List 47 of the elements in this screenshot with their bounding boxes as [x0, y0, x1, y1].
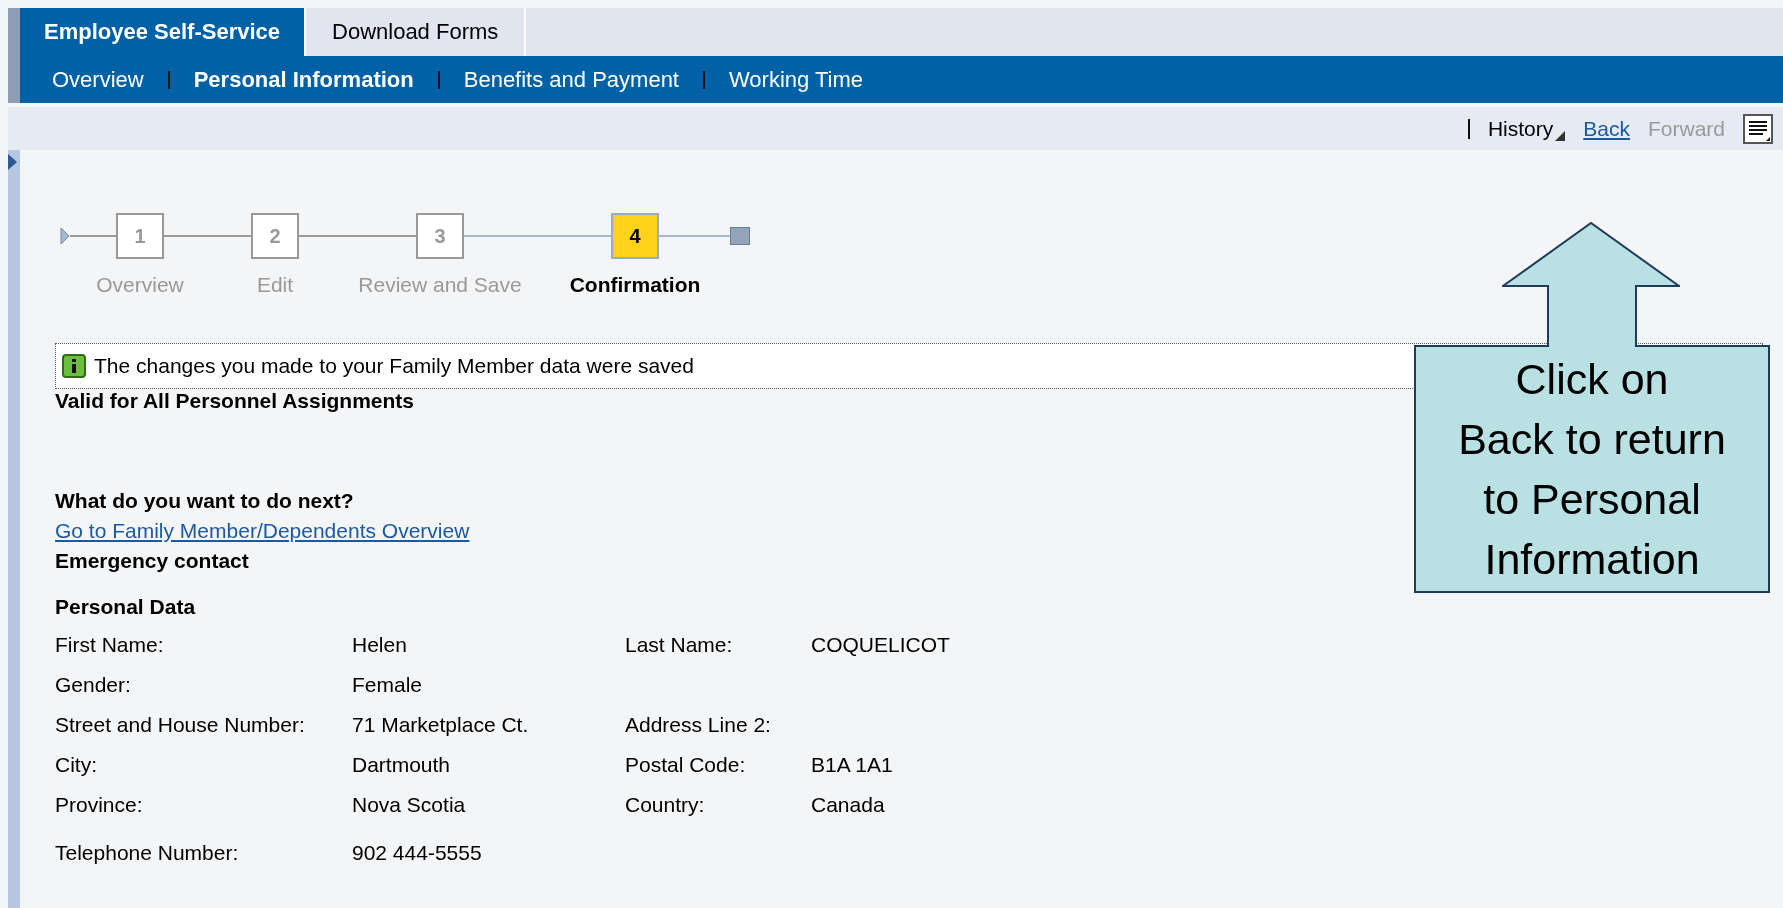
- end-marker-icon: [730, 227, 750, 245]
- message-text: The changes you made to your Family Member data were saved: [94, 354, 694, 378]
- field-value: Nova Scotia: [352, 793, 467, 817]
- field-label: Address Line 2:: [625, 713, 772, 737]
- history-menu[interactable]: History: [1487, 116, 1554, 141]
- step-number: 2: [251, 213, 299, 259]
- dropdown-corner-icon[interactable]: [1555, 130, 1566, 141]
- field-value: B1A 1A1: [811, 753, 894, 777]
- field-value: 71 Marketplace Ct.: [352, 713, 530, 737]
- step-label: Review and Save: [358, 273, 522, 297]
- field-value: Dartmouth: [352, 753, 452, 777]
- top-tab[interactable]: Employee Self-Service: [20, 8, 306, 56]
- field-label: First Name:: [55, 633, 165, 657]
- field-label: Last Name:: [625, 633, 734, 657]
- field-label: Province:: [55, 793, 144, 817]
- step-number: 4: [611, 213, 659, 259]
- field-label: Postal Code:: [625, 753, 747, 777]
- step-label: Edit: [256, 273, 294, 297]
- nav-item[interactable]: Personal Information: [193, 66, 414, 93]
- step-label: Confirmation: [569, 273, 701, 297]
- nav-item[interactable]: Overview: [52, 66, 144, 93]
- info-icon: [62, 354, 86, 378]
- section-heading: Personal Data: [55, 595, 196, 619]
- field-label: Telephone Number:: [55, 841, 240, 865]
- field-label: City:: [55, 753, 98, 777]
- next-heading: What do you want to do next?: [55, 489, 354, 513]
- toolbar-link[interactable]: Back: [1583, 116, 1630, 141]
- section-heading: Emergency contact: [55, 549, 249, 573]
- assignment-heading: Valid for All Personnel Assignments: [55, 389, 415, 413]
- field-label: Street and House Number:: [55, 713, 306, 737]
- overview-link[interactable]: Go to Family Member/Dependents Overview: [55, 519, 470, 543]
- field-value: Female: [352, 673, 424, 697]
- start-marker-icon: [60, 227, 70, 245]
- nav-item[interactable]: Benefits and Payment: [463, 66, 679, 93]
- nav-item[interactable]: Working Time: [729, 66, 864, 93]
- menu-icon[interactable]: [1743, 113, 1773, 144]
- field-label: Gender:: [55, 673, 132, 697]
- step-number: 3: [416, 213, 464, 259]
- field-value: COQUELICOT: [811, 633, 951, 657]
- field-value: 902 444-5555: [352, 841, 483, 865]
- field-value: Helen: [352, 633, 408, 657]
- step-label: Overview: [96, 273, 184, 297]
- step-number: 1: [116, 213, 164, 259]
- field-value: Canada: [811, 793, 886, 817]
- expand-icon[interactable]: [8, 154, 17, 170]
- field-label: Country:: [625, 793, 706, 817]
- callout-text: Click on Back to return to Personal Information: [1458, 353, 1726, 586]
